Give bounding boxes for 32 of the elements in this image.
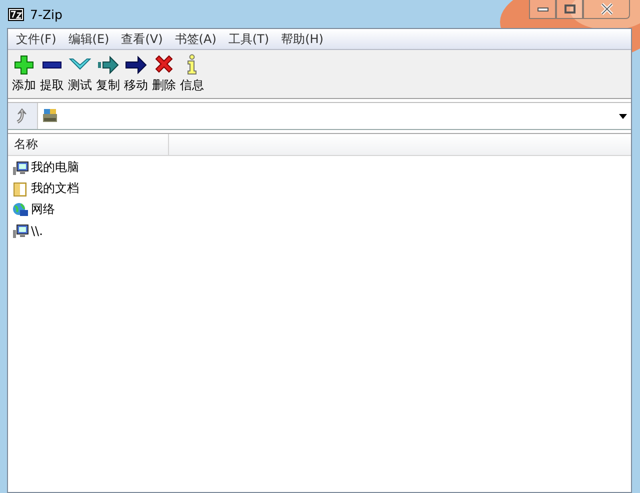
plus-icon xyxy=(13,54,35,76)
maximize-button[interactable] xyxy=(556,0,583,19)
app-logo-icon xyxy=(8,8,24,20)
maximize-icon xyxy=(564,4,576,14)
toolbar-button[interactable]: 测试 xyxy=(66,50,94,93)
list-item[interactable]: 我的电脑 xyxy=(8,157,631,178)
minimize-button[interactable] xyxy=(529,0,556,19)
list-item[interactable]: 网络 xyxy=(8,199,631,220)
toolbar-button[interactable]: 添加 xyxy=(10,50,38,93)
folder-icon xyxy=(12,180,29,196)
close-button[interactable] xyxy=(583,0,630,19)
menu-item[interactable]: 文件(F) xyxy=(10,30,62,48)
toolbar-button[interactable]: 信息 xyxy=(178,50,206,93)
arrow-right-icon xyxy=(97,54,119,76)
up-folder-button[interactable] xyxy=(8,103,38,129)
arrow-right-icon xyxy=(125,54,147,76)
list-item[interactable]: 我的文档 xyxy=(8,178,631,199)
toolbar-button[interactable]: 提取 xyxy=(38,50,66,93)
list-item[interactable]: \\. xyxy=(8,220,631,241)
toolbar-button[interactable]: 删除 xyxy=(150,50,178,93)
close-icon xyxy=(600,3,614,15)
window-title: 7-Zip xyxy=(30,6,62,22)
globe-icon xyxy=(12,202,29,218)
menu-item[interactable]: 工具(T) xyxy=(222,30,276,48)
menu-item[interactable]: 书签(A) xyxy=(168,30,222,48)
minimize-icon xyxy=(536,6,548,12)
dropdown-arrow-icon[interactable] xyxy=(619,114,627,118)
menu-item[interactable]: 查看(V) xyxy=(115,30,169,48)
menu-item[interactable]: 帮助(H) xyxy=(275,30,330,48)
menu-item[interactable]: 编辑(E) xyxy=(62,30,116,48)
toolbar-button[interactable]: 复制 xyxy=(94,50,122,93)
toolbar-button[interactable]: 移动 xyxy=(122,50,150,93)
